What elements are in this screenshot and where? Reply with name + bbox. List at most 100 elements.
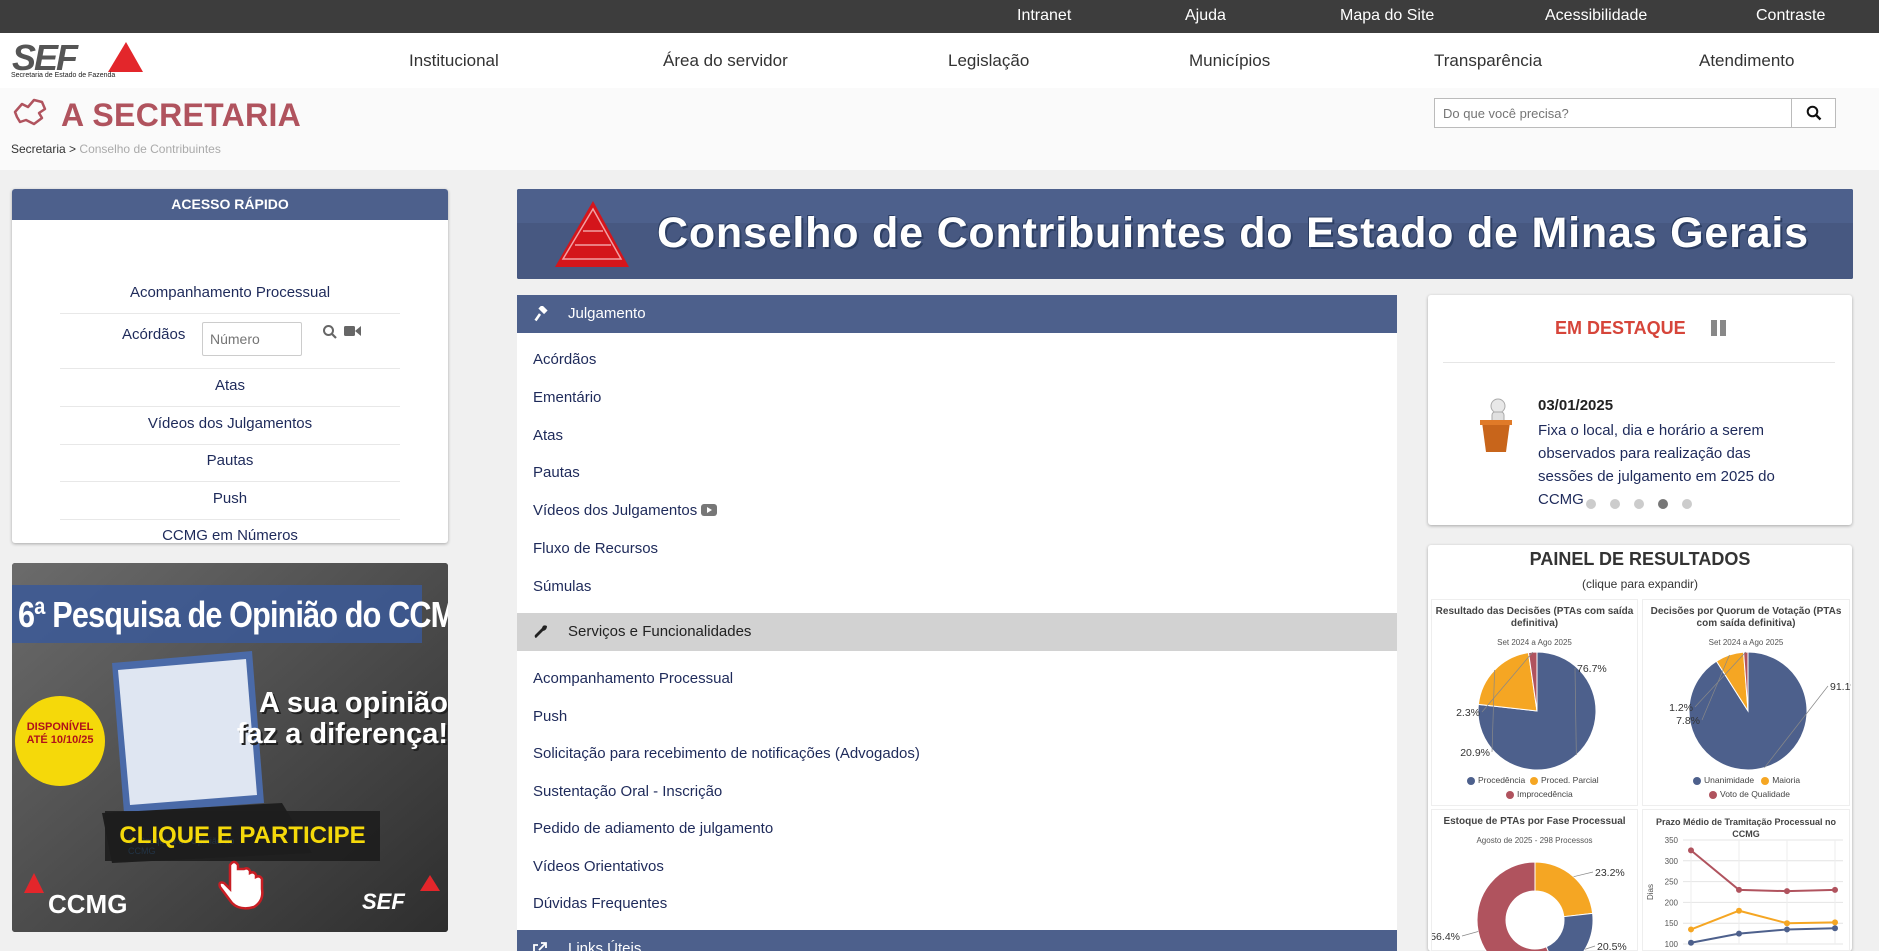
chart-decisoes-quorum[interactable]: Decisões por Quorum de Votação (PTAs com… xyxy=(1642,599,1851,806)
link-sumulas[interactable]: Súmulas xyxy=(533,578,591,595)
destaque-text[interactable]: Fixa o local, dia e horário a serem obse… xyxy=(1538,419,1808,511)
carousel-dot-5[interactable] xyxy=(1682,499,1692,509)
nav-area-do-servidor[interactable]: Área do servidor xyxy=(663,51,788,71)
label-leader-line xyxy=(1573,871,1594,878)
topbar-link-ajuda[interactable]: Ajuda xyxy=(1185,7,1226,25)
banner-cta[interactable]: CLIQUE E PARTICIPE xyxy=(105,822,380,850)
pie-value-label: 56.4% xyxy=(1432,931,1460,943)
link-acordaos[interactable]: Acórdãos xyxy=(533,351,596,368)
em-destaque-title: EM DESTAQUE xyxy=(1555,318,1686,338)
series-line xyxy=(1690,849,1836,893)
ar-push[interactable]: Push xyxy=(12,490,448,507)
chart-prazo-medio[interactable]: Prazo Médio de Tramitação Processual no … xyxy=(1642,809,1850,951)
data-point xyxy=(1784,920,1790,927)
pie-chart-svg: 76.7% 20.9% 2.3% xyxy=(1456,651,1607,771)
pause-icon[interactable] xyxy=(1711,320,1727,336)
data-point xyxy=(1736,907,1742,914)
search-input[interactable] xyxy=(1435,99,1791,127)
section-servicos-header[interactable]: Serviços e Funcionalidades xyxy=(517,613,1397,651)
carousel-dot-2[interactable] xyxy=(1610,499,1620,509)
y-tick-label: 100 xyxy=(1665,940,1679,949)
legend-item: Voto de Qualidade xyxy=(1709,789,1790,799)
search-icon[interactable] xyxy=(322,324,338,340)
external-link-icon xyxy=(533,942,547,951)
topbar-link-intranet[interactable]: Intranet xyxy=(1017,7,1071,25)
data-point xyxy=(1832,919,1838,926)
nav-transparencia[interactable]: Transparência xyxy=(1434,51,1542,71)
top-utility-bar: Intranet Ajuda Mapa do Site Acessibilida… xyxy=(0,0,1879,33)
chart-subtitle: Set 2024 a Ago 2025 xyxy=(1497,638,1572,647)
divider xyxy=(60,481,400,482)
y-tick-label: 200 xyxy=(1665,898,1679,907)
nav-atendimento[interactable]: Atendimento xyxy=(1699,51,1794,71)
y-tick-label: 350 xyxy=(1665,836,1679,845)
carousel-dot-3[interactable] xyxy=(1634,499,1644,509)
ar-atas[interactable]: Atas xyxy=(12,377,448,394)
data-point xyxy=(1688,926,1694,933)
topbar-link-mapa-do-site[interactable]: Mapa do Site xyxy=(1340,7,1434,25)
youtube-icon[interactable] xyxy=(701,504,717,516)
y-axis-label: Dias xyxy=(1646,884,1655,900)
data-point xyxy=(1736,930,1742,937)
legend-item: Proced. Parcial xyxy=(1530,775,1599,785)
link-acompanhamento-processual[interactable]: Acompanhamento Processual xyxy=(533,670,733,687)
carousel-dot-4[interactable] xyxy=(1658,499,1668,509)
breadcrumb-secretaria[interactable]: Secretaria xyxy=(11,142,66,156)
link-ementario[interactable]: Ementário xyxy=(533,389,601,406)
ar-ccmg-em-numeros[interactable]: CCMG em Números xyxy=(12,527,448,544)
pie-value-label: 1.2% xyxy=(1669,702,1693,714)
nav-municipios[interactable]: Municípios xyxy=(1189,51,1270,71)
search-button[interactable] xyxy=(1791,99,1835,127)
pie-value-label: 76.7% xyxy=(1577,663,1607,675)
main-navbar: Institucional Área do servidor Legislaçã… xyxy=(0,33,1879,88)
chart-subtitle: Set 2024 a Ago 2025 xyxy=(1708,638,1784,647)
link-fluxo-de-recursos[interactable]: Fluxo de Recursos xyxy=(533,540,658,557)
banner-tagline: A sua opinião faz a diferença! xyxy=(236,687,448,750)
chart-estoque-ptas[interactable]: Estoque de PTAs por Fase Processual Agos… xyxy=(1431,809,1638,951)
video-camera-icon[interactable] xyxy=(344,324,362,338)
legend-item: Procedência xyxy=(1467,775,1525,785)
chart-subtitle: Agosto de 2025 - 298 Processos xyxy=(1476,836,1593,845)
data-point xyxy=(1688,847,1694,854)
hero-title: Conselho de Contribuintes do Estado de M… xyxy=(657,209,1809,257)
link-atas[interactable]: Atas xyxy=(533,427,563,444)
link-pautas[interactable]: Pautas xyxy=(533,464,580,481)
data-point xyxy=(1736,886,1742,893)
painel-title: PAINEL DE RESULTADOS xyxy=(1529,549,1751,569)
link-pedido-adiamento[interactable]: Pedido de adiamento de julgamento xyxy=(533,820,773,837)
chart-resultado-decisoes[interactable]: Resultado das Decisões (PTAs com saída d… xyxy=(1431,599,1638,806)
topbar-link-acessibilidade[interactable]: Acessibilidade xyxy=(1545,7,1647,25)
divider xyxy=(60,406,400,407)
link-sustentacao-oral[interactable]: Sustentação Oral - Inscrição xyxy=(533,783,722,800)
chart-title: Estoque de PTAs por Fase Processual xyxy=(1443,816,1626,827)
carousel-dot-1[interactable] xyxy=(1586,499,1596,509)
topbar-link-contraste[interactable]: Contraste xyxy=(1756,7,1825,25)
pie-value-label: 20.9% xyxy=(1460,747,1490,759)
legend-item: Improcedência xyxy=(1506,789,1573,799)
sef-logo[interactable]: SEF Secretaria de Estado de Fazenda xyxy=(10,37,145,84)
link-push[interactable]: Push xyxy=(533,708,567,725)
chart-legend: Procedência Proced. Parcial xyxy=(1467,775,1599,785)
nav-legislacao[interactable]: Legislação xyxy=(948,51,1029,71)
divider xyxy=(60,313,400,314)
ar-videos-dos-julgamentos[interactable]: Vídeos dos Julgamentos xyxy=(12,415,448,432)
banner-deadline-badge: DISPONÍVEL ATÉ 10/10/25 xyxy=(26,721,94,746)
donut-chart-svg: 23.2% 20.5% 56.4% xyxy=(1432,861,1627,951)
pesquisa-opiniao-banner[interactable]: 6ª Pesquisa de Opinião do CCMG A sua opi… xyxy=(12,563,448,932)
link-notificacoes-advogados[interactable]: Solicitação para recebimento de notifica… xyxy=(533,745,920,762)
ar-acompanhamento-processual[interactable]: Acompanhamento Processual xyxy=(12,284,448,301)
section-julgamento-header[interactable]: Julgamento xyxy=(517,295,1397,333)
acordao-numero-input[interactable] xyxy=(202,322,302,356)
link-videos-orientativos[interactable]: Vídeos Orientativos xyxy=(533,858,664,875)
link-duvidas-frequentes[interactable]: Dúvidas Frequentes xyxy=(533,895,667,912)
y-tick-label: 300 xyxy=(1665,857,1679,866)
divider xyxy=(60,519,400,520)
link-videos-dos-julgamentos[interactable]: Vídeos dos Julgamentos xyxy=(533,502,697,519)
divider xyxy=(1443,362,1835,363)
wrench-icon xyxy=(534,625,547,638)
section-links-uteis-header[interactable]: Links Úteis xyxy=(517,930,1397,951)
search-icon xyxy=(1806,105,1821,121)
ar-pautas[interactable]: Pautas xyxy=(12,452,448,469)
sef-logo-subtitle: Secretaria de Estado de Fazenda xyxy=(11,72,116,79)
nav-institucional[interactable]: Institucional xyxy=(409,51,499,71)
